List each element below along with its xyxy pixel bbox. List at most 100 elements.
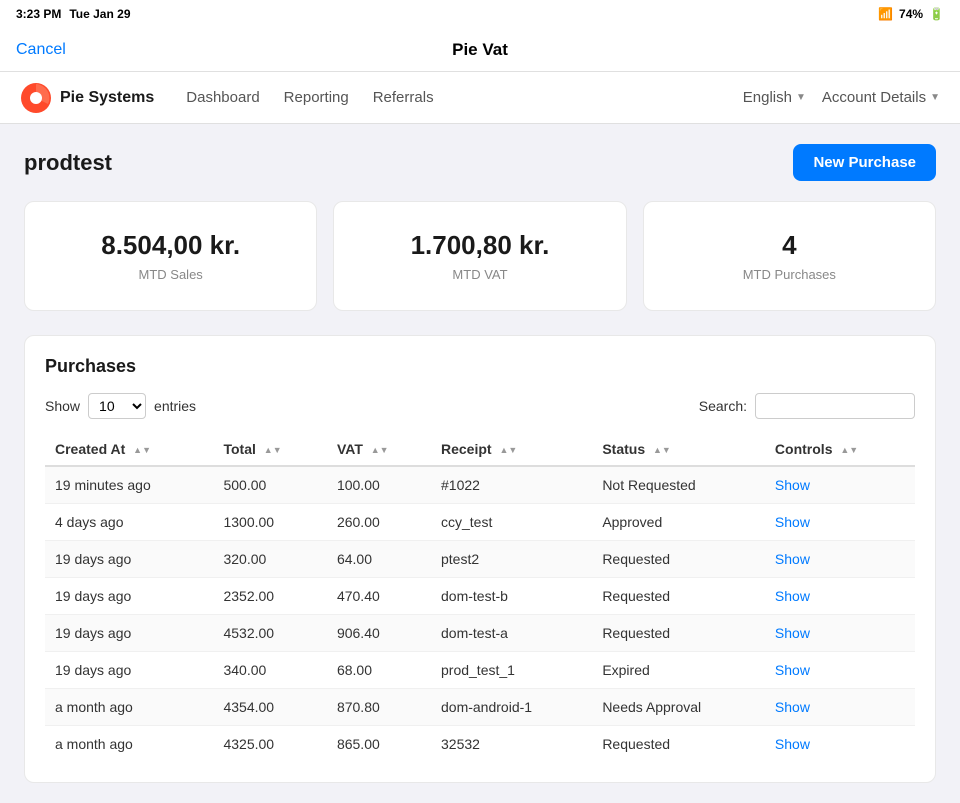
new-purchase-button[interactable]: New Purchase bbox=[793, 144, 936, 181]
col-header-vat[interactable]: VAT ▲▼ bbox=[327, 433, 431, 466]
nav-links: Dashboard Reporting Referrals bbox=[186, 89, 742, 106]
show-link[interactable]: Show bbox=[775, 514, 810, 530]
cell-created_at: 19 days ago bbox=[45, 541, 213, 578]
cell-total: 340.00 bbox=[213, 652, 326, 689]
mtd-sales-value: 8.504,00 kr. bbox=[49, 230, 292, 261]
cell-status: Requested bbox=[592, 615, 765, 652]
col-header-total[interactable]: Total ▲▼ bbox=[213, 433, 326, 466]
sort-icon-created-at: ▲▼ bbox=[133, 446, 151, 455]
cell-created_at: 19 days ago bbox=[45, 652, 213, 689]
cell-receipt: dom-test-a bbox=[431, 615, 592, 652]
cell-controls: Show bbox=[765, 541, 915, 578]
nav-link-reporting[interactable]: Reporting bbox=[284, 89, 349, 106]
show-entries-control: Show 10 25 50 100 entries bbox=[45, 393, 196, 419]
page-header: prodtest New Purchase bbox=[24, 144, 936, 181]
show-link[interactable]: Show bbox=[775, 625, 810, 641]
page-title: prodtest bbox=[24, 150, 112, 176]
sort-icon-controls: ▲▼ bbox=[840, 446, 858, 455]
cell-total: 320.00 bbox=[213, 541, 326, 578]
show-link[interactable]: Show bbox=[775, 477, 810, 493]
stats-cards: 8.504,00 kr. MTD Sales 1.700,80 kr. MTD … bbox=[24, 201, 936, 311]
cell-controls: Show bbox=[765, 504, 915, 541]
entries-select[interactable]: 10 25 50 100 bbox=[88, 393, 146, 419]
col-header-receipt[interactable]: Receipt ▲▼ bbox=[431, 433, 592, 466]
cancel-button[interactable]: Cancel bbox=[16, 41, 66, 59]
cell-total: 4532.00 bbox=[213, 615, 326, 652]
entries-label: entries bbox=[154, 398, 196, 414]
cell-vat: 260.00 bbox=[327, 504, 431, 541]
cell-controls: Show bbox=[765, 466, 915, 504]
col-header-controls[interactable]: Controls ▲▼ bbox=[765, 433, 915, 466]
col-header-created-at[interactable]: Created At ▲▼ bbox=[45, 433, 213, 466]
cell-controls: Show bbox=[765, 652, 915, 689]
table-row: 19 days ago4532.00906.40dom-test-aReques… bbox=[45, 615, 915, 652]
pie-systems-logo-icon bbox=[20, 82, 52, 114]
cell-total: 4325.00 bbox=[213, 726, 326, 763]
search-label: Search: bbox=[699, 398, 747, 414]
nav-link-dashboard[interactable]: Dashboard bbox=[186, 89, 259, 106]
purchases-section: Purchases Show 10 25 50 100 entries Sear… bbox=[24, 335, 936, 783]
show-link[interactable]: Show bbox=[775, 736, 810, 752]
sort-icon-total: ▲▼ bbox=[264, 446, 282, 455]
col-header-status[interactable]: Status ▲▼ bbox=[592, 433, 765, 466]
cell-total: 1300.00 bbox=[213, 504, 326, 541]
mtd-purchases-value: 4 bbox=[668, 230, 911, 261]
cell-created_at: a month ago bbox=[45, 726, 213, 763]
battery-icon: 🔋 bbox=[929, 7, 944, 21]
language-dropdown-arrow: ▼ bbox=[796, 92, 806, 103]
cell-created_at: 19 days ago bbox=[45, 578, 213, 615]
cell-status: Requested bbox=[592, 541, 765, 578]
cell-total: 500.00 bbox=[213, 466, 326, 504]
show-link[interactable]: Show bbox=[775, 588, 810, 604]
cell-receipt: dom-test-b bbox=[431, 578, 592, 615]
status-bar: 3:23 PM Tue Jan 29 📶 74% 🔋 bbox=[0, 0, 960, 28]
account-details-menu[interactable]: Account Details ▼ bbox=[822, 89, 940, 106]
status-date: Tue Jan 29 bbox=[69, 7, 130, 21]
show-link[interactable]: Show bbox=[775, 662, 810, 678]
cell-controls: Show bbox=[765, 578, 915, 615]
cell-controls: Show bbox=[765, 726, 915, 763]
show-link[interactable]: Show bbox=[775, 551, 810, 567]
sort-icon-status: ▲▼ bbox=[653, 446, 671, 455]
cell-vat: 470.40 bbox=[327, 578, 431, 615]
cell-vat: 100.00 bbox=[327, 466, 431, 504]
language-label: English bbox=[743, 89, 792, 106]
purchases-table: Created At ▲▼ Total ▲▼ VAT ▲▼ Receipt ▲▼… bbox=[45, 433, 915, 762]
table-row: 4 days ago1300.00260.00ccy_testApprovedS… bbox=[45, 504, 915, 541]
sort-icon-receipt: ▲▼ bbox=[499, 446, 517, 455]
stat-card-mtd-vat: 1.700,80 kr. MTD VAT bbox=[333, 201, 626, 311]
mtd-sales-label: MTD Sales bbox=[49, 267, 292, 282]
table-header-row: Created At ▲▼ Total ▲▼ VAT ▲▼ Receipt ▲▼… bbox=[45, 433, 915, 466]
cell-receipt: ccy_test bbox=[431, 504, 592, 541]
wifi-icon: 📶 bbox=[878, 7, 893, 21]
nav-logo[interactable]: Pie Systems bbox=[20, 82, 154, 114]
cell-status: Not Requested bbox=[592, 466, 765, 504]
sort-icon-vat: ▲▼ bbox=[371, 446, 389, 455]
cell-vat: 68.00 bbox=[327, 652, 431, 689]
cell-vat: 64.00 bbox=[327, 541, 431, 578]
cell-receipt: #1022 bbox=[431, 466, 592, 504]
table-row: 19 days ago2352.00470.40dom-test-bReques… bbox=[45, 578, 915, 615]
cell-vat: 906.40 bbox=[327, 615, 431, 652]
stat-card-mtd-purchases: 4 MTD Purchases bbox=[643, 201, 936, 311]
stat-card-mtd-sales: 8.504,00 kr. MTD Sales bbox=[24, 201, 317, 311]
mtd-vat-label: MTD VAT bbox=[358, 267, 601, 282]
cell-receipt: ptest2 bbox=[431, 541, 592, 578]
language-selector[interactable]: English ▼ bbox=[743, 89, 806, 106]
cell-status: Approved bbox=[592, 504, 765, 541]
title-bar-title: Pie Vat bbox=[452, 40, 508, 60]
show-link[interactable]: Show bbox=[775, 699, 810, 715]
cell-created_at: 19 minutes ago bbox=[45, 466, 213, 504]
cell-total: 2352.00 bbox=[213, 578, 326, 615]
search-input[interactable] bbox=[755, 393, 915, 419]
nav-right: English ▼ Account Details ▼ bbox=[743, 89, 940, 106]
nav-link-referrals[interactable]: Referrals bbox=[373, 89, 434, 106]
status-time: 3:23 PM bbox=[16, 7, 61, 21]
cell-created_at: 19 days ago bbox=[45, 615, 213, 652]
table-row: 19 days ago320.0064.00ptest2Requested Sho… bbox=[45, 541, 915, 578]
cell-status: Requested bbox=[592, 726, 765, 763]
nav-bar: Pie Systems Dashboard Reporting Referral… bbox=[0, 72, 960, 124]
table-row: 19 days ago340.0068.00prod_test_1Expired… bbox=[45, 652, 915, 689]
mtd-vat-value: 1.700,80 kr. bbox=[358, 230, 601, 261]
search-control: Search: bbox=[699, 393, 915, 419]
